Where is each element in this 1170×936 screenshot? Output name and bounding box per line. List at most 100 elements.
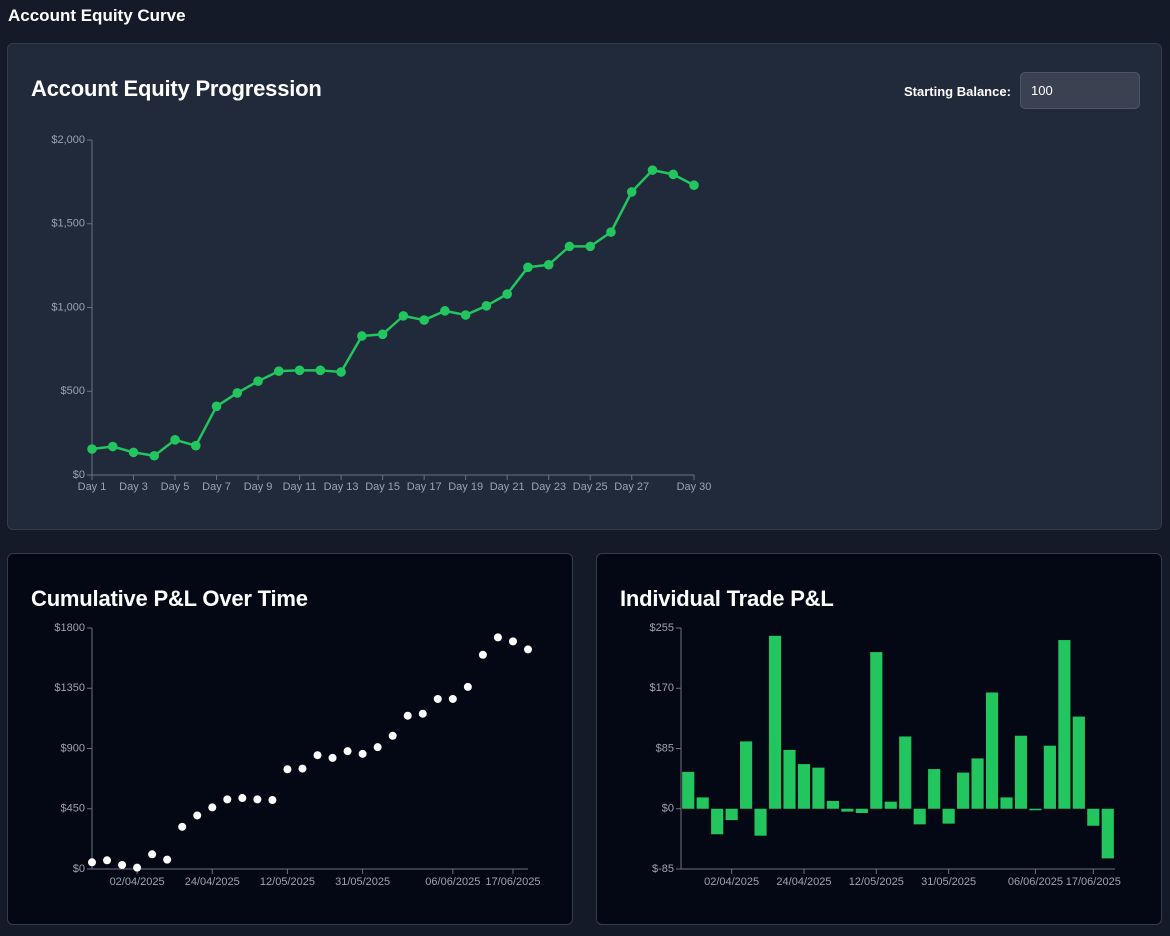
trade-bar [870,652,883,809]
x-tick-label: 02/04/2025 [704,876,759,888]
x-tick-label: 12/05/2025 [260,876,315,888]
trade-bar [971,758,984,809]
x-tick-label: Day 17 [407,481,442,493]
x-tick-label: Day 15 [365,481,400,493]
scatter-point [448,694,457,703]
equity-point [149,450,160,461]
x-tick-label: Day 25 [573,481,608,493]
x-tick-label: 06/06/2025 [1008,876,1063,888]
scatter-point [163,855,172,864]
trade-bar [1000,797,1013,809]
equity-point [170,435,180,445]
y-tick-label: $0 [73,863,85,875]
scatter-point [208,803,217,812]
scatter-point [178,822,187,831]
x-tick-label: 31/05/2025 [335,876,390,888]
x-tick-label: Day 13 [324,481,359,493]
scatter-point [418,709,427,718]
equity-point [440,306,450,316]
y-tick-label: $500 [61,385,85,397]
x-tick-label: 31/05/2025 [921,876,976,888]
scatter-point [358,749,367,758]
equity-series-line [91,168,695,457]
equity-point [523,262,533,273]
scatter-point [298,764,307,773]
scatter-point [148,850,157,859]
equity-point [668,169,679,180]
scatter-point [268,796,277,805]
scatter-point [118,860,127,869]
equity-point [253,376,263,387]
trade-bar [740,741,753,809]
y-tick-label: $450 [61,803,85,815]
y-tick-label: $2,000 [51,134,85,146]
y-tick-label: $85 [656,742,674,754]
y-tick-label: $0 [73,469,85,481]
x-tick-label: Day 11 [283,481,317,493]
equity-point [502,289,512,299]
trade-bar [913,808,926,825]
equity-point [626,187,637,197]
y-tick-label: $1350 [54,682,85,694]
scatter-point [328,753,337,762]
trade-bar [899,736,912,809]
scatter-point [403,711,412,720]
scatter-point [253,795,262,804]
scatter-point [223,795,232,804]
scatter-point [343,747,352,756]
equity-point [294,365,305,376]
trade-bar [1014,735,1028,809]
y-tick-label: $170 [650,682,674,694]
equity-point [274,366,284,376]
trade-bar [783,749,796,809]
equity-point [647,165,658,175]
equity-point [419,315,429,325]
scatter-point [88,858,96,867]
trade-bar [841,808,854,812]
trade-bar [1087,808,1100,826]
y-tick-label: $-85 [652,863,674,875]
trade-bar [826,800,839,809]
equity-point [543,259,554,270]
x-tick-label: 12/05/2025 [849,876,904,888]
equity-point [377,329,388,340]
scatter-point [508,637,517,646]
cumulative-pnl-card: Cumulative P&L Over Time $0 $450 $900 $1350… [7,553,573,925]
equity-point [689,180,699,191]
trade-bar [985,692,999,809]
x-tick-label: Day 7 [202,481,231,493]
trade-bar [797,764,811,809]
trade-pnl-bar-chart: $255 $170 $85 $0 $-85 02/04/2025 24/04/2025 12/… [650,622,1121,888]
equity-point [606,227,616,237]
trade-bar [725,808,738,821]
scatter-point [133,863,142,872]
x-tick-label: Day 3 [119,481,148,493]
equity-point [107,441,118,452]
trade-bar [1101,808,1114,859]
equity-point [315,365,326,376]
trade-bar [696,797,709,809]
x-tick-label: Day 30 [677,481,712,493]
x-tick-label: Day 19 [448,481,483,493]
scatter-point [238,794,247,803]
equity-point [232,388,243,398]
trade-bar [754,808,767,836]
y-tick-label: $255 [650,622,674,634]
scatter-point [373,743,382,752]
x-tick-label: 02/04/2025 [110,876,165,888]
equity-point [460,310,471,320]
equity-point [87,444,97,454]
y-tick-label: $0 [662,803,674,815]
trade-bar [812,767,825,809]
scatter-point [388,731,397,740]
trade-bar [768,635,782,809]
trade-bar [1072,716,1085,809]
trade-bar [1058,640,1071,809]
y-tick-label: $1800 [54,622,85,634]
x-tick-label: Day 27 [614,481,649,493]
scatter-point [478,650,487,659]
x-tick-label: 17/06/2025 [1066,876,1121,888]
trade-bar [942,808,955,824]
scatter-point [493,633,502,642]
equity-card: Account Equity Progression Starting Bala… [7,43,1162,530]
